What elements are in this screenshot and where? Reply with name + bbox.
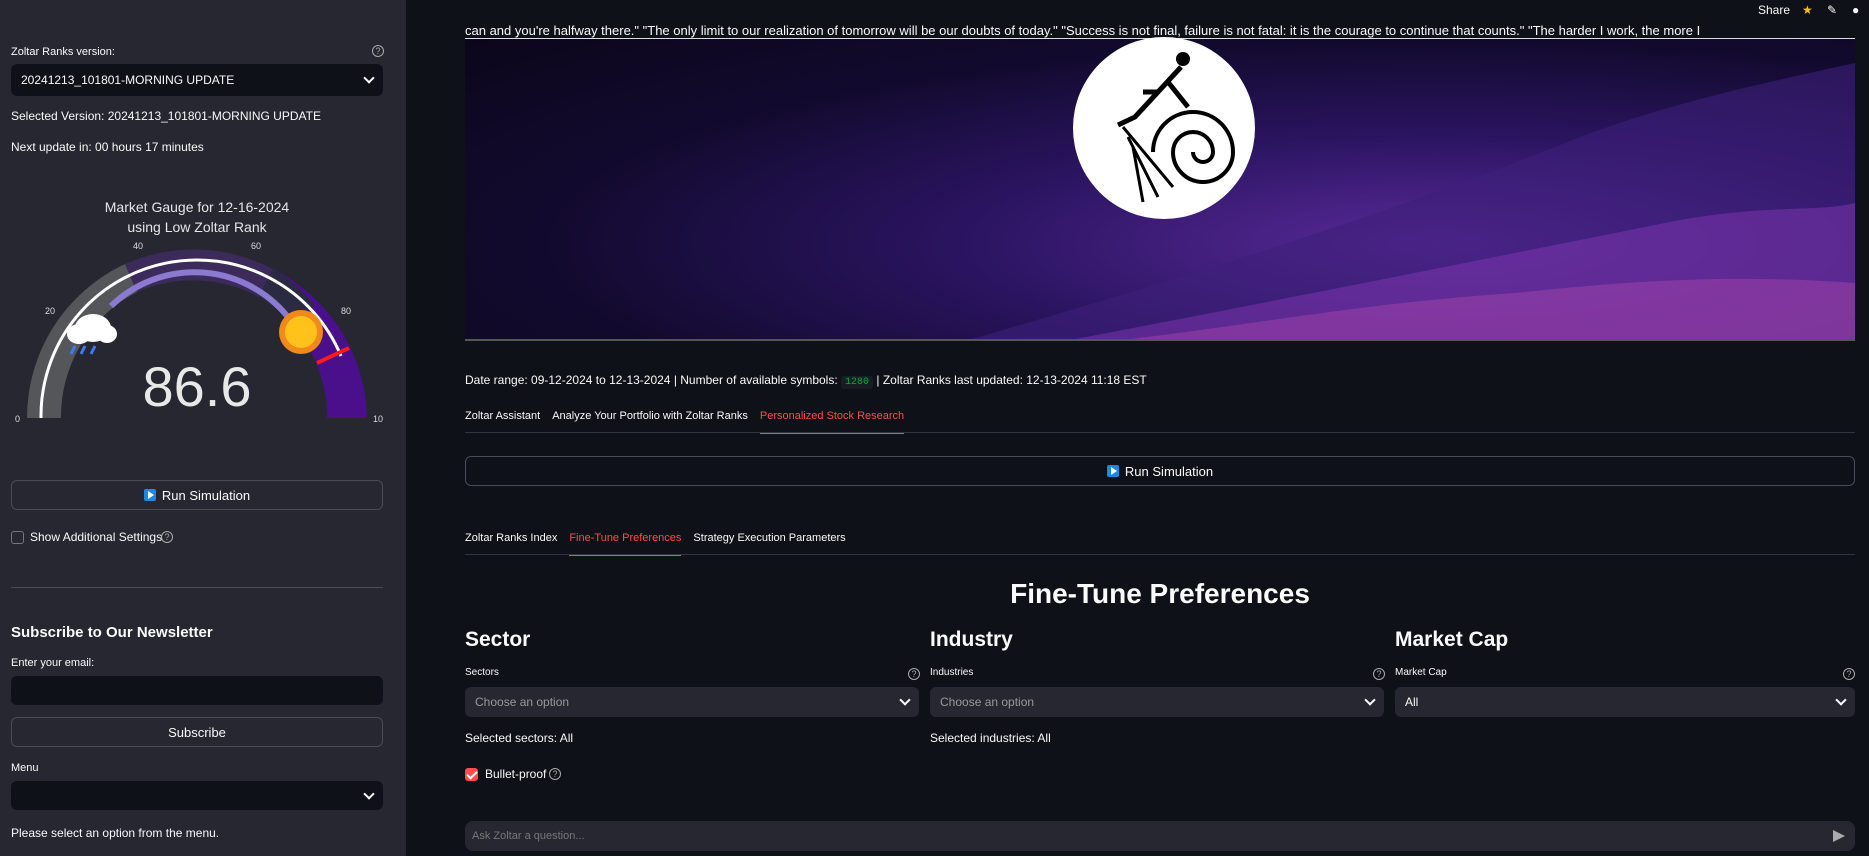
industry-title: Industry <box>930 628 1013 651</box>
gauge-tick: 60 <box>251 241 261 251</box>
selected-sectors: Selected sectors: All <box>465 731 574 745</box>
version-label: Zoltar Ranks version: <box>11 46 115 58</box>
gauge-chart: 0 20 40 60 80 10 86.6 <box>15 241 383 424</box>
market-cap-label: Market Cap <box>1395 667 1447 678</box>
tab-divider <box>465 432 1855 433</box>
symbols-count: 1280 <box>841 376 874 389</box>
gauge-tick: 80 <box>341 306 351 316</box>
subscribe-label: Subscribe <box>168 724 226 740</box>
sector-title: Sector <box>465 628 531 651</box>
hero-banner: can and you're halfway there." "The only… <box>465 23 1855 341</box>
chevron-down-icon <box>1364 694 1376 706</box>
help-icon[interactable]: ? <box>372 45 384 57</box>
gauge-tick: 40 <box>133 241 143 251</box>
help-icon[interactable]: ? <box>1373 668 1385 680</box>
industries-placeholder: Choose an option <box>940 695 1035 709</box>
bullet-proof-checkbox[interactable] <box>465 768 478 781</box>
date-range-line: Date range: 09-12-2024 to 12-13-2024 | N… <box>465 373 1147 389</box>
run-simulation-label: Run Simulation <box>161 487 251 503</box>
help-icon[interactable]: ? <box>1843 668 1855 680</box>
selected-version-text: Selected Version: 20241213_101801-MORNIN… <box>11 109 321 123</box>
tab-divider <box>465 554 1855 555</box>
gauge-tick: 20 <box>45 306 55 316</box>
version-select-value: 20241213_101801-MORNING UPDATE <box>21 73 235 87</box>
chevron-down-icon <box>899 694 911 706</box>
email-field[interactable] <box>11 676 383 705</box>
zoltar-logo <box>1073 37 1255 219</box>
run-simulation-button[interactable]: Run Simulation <box>465 456 1855 486</box>
sub-tabs: Zoltar Ranks Index Fine-Tune Preferences… <box>465 532 846 556</box>
send-icon[interactable] <box>1833 830 1845 842</box>
star-icon[interactable]: ★ <box>1802 3 1813 17</box>
rider-icon <box>1116 52 1236 203</box>
chevron-down-icon <box>363 787 375 800</box>
chat-placeholder: Ask Zoltar a question... <box>472 830 585 842</box>
chat-input[interactable]: Ask Zoltar a question... <box>465 821 1855 851</box>
chevron-down-icon <box>363 72 375 84</box>
menu-label: Menu <box>11 762 39 774</box>
tab-strategy-execution[interactable]: Strategy Execution Parameters <box>693 532 845 556</box>
show-settings-checkbox[interactable] <box>11 531 24 544</box>
bullet-proof-label: Bullet-proof <box>485 767 547 781</box>
email-label: Enter your email: <box>11 657 95 669</box>
play-icon <box>1106 465 1119 477</box>
industries-multiselect[interactable]: Choose an option <box>930 687 1384 717</box>
tab-personalized-research[interactable]: Personalized Stock Research <box>759 410 905 434</box>
help-icon[interactable]: ? <box>908 668 920 680</box>
sectors-label: Sectors <box>465 667 499 678</box>
market-cap-title: Market Cap <box>1395 628 1509 651</box>
chevron-down-icon <box>1835 694 1847 706</box>
date-range-suffix: | Zoltar Ranks last updated: 12-13-2024 … <box>876 373 1147 387</box>
tab-fine-tune[interactable]: Fine-Tune Preferences <box>569 532 682 556</box>
main-content: Share ★ ✎ ● can and you're halfway there… <box>406 0 1869 856</box>
date-range-prefix: Date range: 09-12-2024 to 12-13-2024 | N… <box>465 373 838 387</box>
edit-icon[interactable]: ✎ <box>1827 3 1837 17</box>
tab-zoltar-ranks-index[interactable]: Zoltar Ranks Index <box>465 532 557 556</box>
help-icon[interactable]: ? <box>161 531 173 543</box>
gauge-value: 86.6 <box>143 355 252 418</box>
sectors-placeholder: Choose an option <box>475 695 570 709</box>
menu-hint: Please select an option from the menu. <box>11 826 220 840</box>
selected-industries: Selected industries: All <box>930 731 1051 745</box>
newsletter-title: Subscribe to Our Newsletter <box>11 624 213 641</box>
subscribe-button[interactable]: Subscribe <box>11 717 383 747</box>
market-cap-select[interactable]: All <box>1395 687 1855 717</box>
main-tabs: Zoltar Assistant Analyze Your Portfolio … <box>465 410 905 434</box>
share-button[interactable]: Share <box>1758 3 1790 17</box>
sidebar: Zoltar Ranks version: ? 20241213_101801-… <box>0 0 406 856</box>
github-icon[interactable]: ● <box>1852 3 1859 17</box>
gauge-tick: 0 <box>15 414 20 424</box>
tab-analyze-portfolio[interactable]: Analyze Your Portfolio with Zoltar Ranks <box>552 410 748 434</box>
market-cap-value: All <box>1405 695 1419 709</box>
play-icon <box>143 489 156 501</box>
show-settings-label: Show Additional Settings <box>30 530 163 544</box>
menu-select[interactable] <box>11 781 383 810</box>
run-simulation-sidebar-button[interactable]: Run Simulation <box>11 480 383 510</box>
version-select[interactable]: 20241213_101801-MORNING UPDATE <box>11 64 383 96</box>
divider <box>11 587 383 588</box>
tab-zoltar-assistant[interactable]: Zoltar Assistant <box>465 410 540 434</box>
sectors-multiselect[interactable]: Choose an option <box>465 687 919 717</box>
industries-label: Industries <box>930 667 974 678</box>
market-gauge: Market Gauge for 12-16-2024 using Low Zo… <box>11 196 383 426</box>
gauge-tick: 10 <box>373 414 383 424</box>
fine-tune-heading: Fine-Tune Preferences <box>1010 578 1310 609</box>
sun-icon <box>279 310 323 354</box>
help-icon[interactable]: ? <box>549 768 561 780</box>
run-simulation-label: Run Simulation <box>1124 463 1214 479</box>
next-update-text: Next update in: 00 hours 17 minutes <box>11 140 204 154</box>
